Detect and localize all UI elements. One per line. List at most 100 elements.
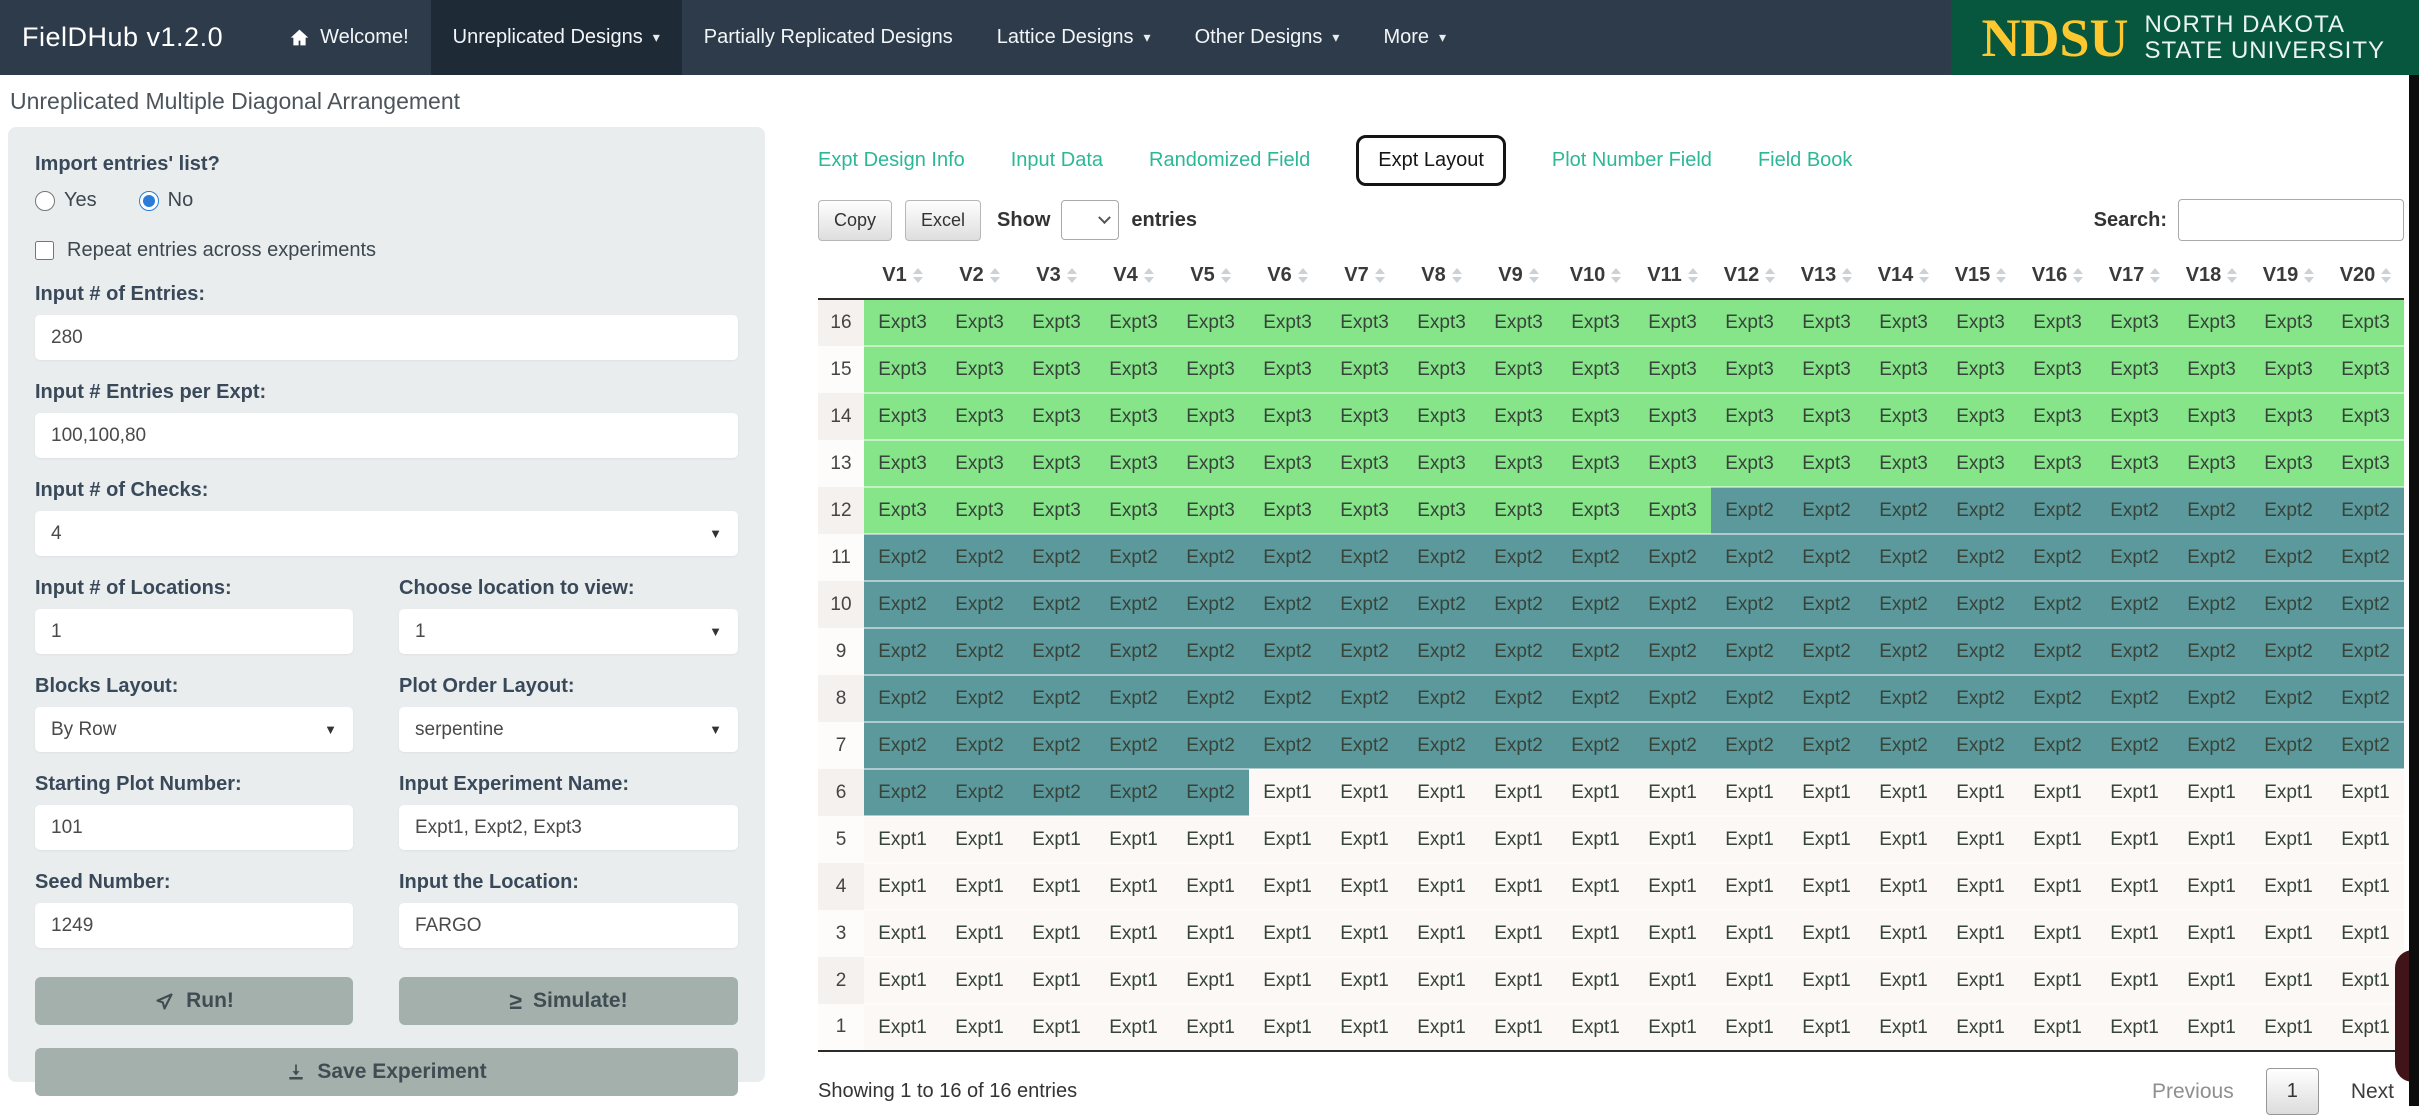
field-cell: Expt2: [1865, 675, 1942, 722]
checks-label: Input # of Checks:: [35, 479, 738, 502]
excel-button[interactable]: Excel: [905, 200, 981, 241]
column-header-v5[interactable]: V5: [1172, 259, 1249, 299]
field-cell: Expt2: [2096, 581, 2173, 628]
column-header-v3[interactable]: V3: [1018, 259, 1095, 299]
nav-item-welcome[interactable]: Welcome!: [267, 0, 431, 75]
experiment-name-input[interactable]: [399, 805, 738, 850]
field-cell: Expt2: [2327, 628, 2404, 675]
field-cell: Expt2: [1172, 722, 1249, 769]
page-1-button[interactable]: 1: [2266, 1068, 2319, 1115]
field-cell: Expt2: [864, 769, 941, 816]
save-experiment-button[interactable]: Save Experiment: [35, 1048, 738, 1096]
blocks-layout-select[interactable]: By Row ▼: [35, 707, 353, 752]
caret-down-icon: ▼: [709, 526, 722, 541]
field-cell: Expt1: [2019, 910, 2096, 957]
column-header-v12[interactable]: V12: [1711, 259, 1788, 299]
field-cell: Expt2: [864, 534, 941, 581]
sort-icon: [1529, 268, 1539, 283]
copy-button[interactable]: Copy: [818, 200, 892, 241]
column-header-v17[interactable]: V17: [2096, 259, 2173, 299]
column-header-v2[interactable]: V2: [941, 259, 1018, 299]
column-header-v1[interactable]: V1: [864, 259, 941, 299]
column-header-v14[interactable]: V14: [1865, 259, 1942, 299]
entries-per-expt-input[interactable]: [35, 413, 738, 458]
field-cell: Expt3: [2019, 440, 2096, 487]
run-button[interactable]: Run!: [35, 977, 353, 1025]
location-input-label: Input the Location:: [399, 871, 738, 894]
nav-item-partially-replicated-designs[interactable]: Partially Replicated Designs: [682, 0, 975, 75]
nav-item-other-designs[interactable]: Other Designs ▾: [1173, 0, 1362, 75]
field-cell: Expt3: [1711, 440, 1788, 487]
field-cell: Expt2: [2327, 487, 2404, 534]
field-cell: Expt2: [941, 534, 1018, 581]
field-cell: Expt1: [1942, 769, 2019, 816]
column-header-v8[interactable]: V8: [1403, 259, 1480, 299]
radio-yes-input[interactable]: [35, 191, 55, 211]
repeat-entries-checkbox-row[interactable]: Repeat entries across experiments: [35, 239, 738, 262]
tab-randomized-field[interactable]: Randomized Field: [1149, 149, 1310, 172]
field-cell: Expt2: [1480, 675, 1557, 722]
sort-icon: [990, 268, 1000, 283]
checks-select[interactable]: 4 ▼: [35, 511, 738, 556]
radio-no-input[interactable]: [139, 191, 159, 211]
field-cell: Expt2: [1942, 581, 2019, 628]
column-header-v11[interactable]: V11: [1634, 259, 1711, 299]
field-cell: Expt2: [2327, 675, 2404, 722]
simulate-button[interactable]: ≥ Simulate!: [399, 977, 738, 1025]
column-header-v20[interactable]: V20: [2327, 259, 2404, 299]
column-header-v4[interactable]: V4: [1095, 259, 1172, 299]
location-view-label: Choose location to view:: [399, 577, 738, 600]
location-input[interactable]: [399, 903, 738, 948]
next-page-button[interactable]: Next: [2351, 1080, 2394, 1104]
column-header-v19[interactable]: V19: [2250, 259, 2327, 299]
field-cell: Expt1: [2096, 1004, 2173, 1051]
seed-input[interactable]: [35, 903, 353, 948]
field-cell: Expt2: [1634, 675, 1711, 722]
locations-input[interactable]: [35, 609, 353, 654]
field-cell: Expt1: [1480, 769, 1557, 816]
column-header-v13[interactable]: V13: [1788, 259, 1865, 299]
field-cell: Expt2: [1018, 722, 1095, 769]
entries-input[interactable]: [35, 315, 738, 360]
field-cell: Expt2: [1326, 581, 1403, 628]
field-cell: Expt2: [1942, 675, 2019, 722]
previous-page-button[interactable]: Previous: [2152, 1080, 2234, 1104]
field-cell: Expt3: [2173, 346, 2250, 393]
column-header-v15[interactable]: V15: [1942, 259, 2019, 299]
field-cell: Expt2: [1249, 722, 1326, 769]
field-cell: Expt2: [1634, 581, 1711, 628]
column-header-v16[interactable]: V16: [2019, 259, 2096, 299]
location-view-select[interactable]: 1 ▼: [399, 609, 738, 654]
field-cell: Expt2: [864, 675, 941, 722]
column-header-v18[interactable]: V18: [2173, 259, 2250, 299]
column-header-v6[interactable]: V6: [1249, 259, 1326, 299]
entries-length-select[interactable]: [1061, 200, 1119, 240]
tab-field-book[interactable]: Field Book: [1758, 149, 1853, 172]
column-header-v7[interactable]: V7: [1326, 259, 1403, 299]
plot-order-select[interactable]: serpentine ▼: [399, 707, 738, 752]
field-cell: Expt2: [1480, 628, 1557, 675]
field-cell: Expt2: [1634, 722, 1711, 769]
field-cell: Expt1: [2250, 863, 2327, 910]
tab-expt-layout[interactable]: Expt Layout: [1356, 135, 1506, 186]
field-cell: Expt2: [1172, 769, 1249, 816]
field-cell: Expt2: [1865, 722, 1942, 769]
column-header-v10[interactable]: V10: [1557, 259, 1634, 299]
nav-item-unreplicated-designs[interactable]: Unreplicated Designs ▾: [431, 0, 682, 75]
radio-no[interactable]: No: [139, 189, 194, 212]
tab-input-data[interactable]: Input Data: [1011, 149, 1103, 172]
search-input[interactable]: [2178, 199, 2404, 241]
radio-yes[interactable]: Yes: [35, 189, 97, 212]
repeat-entries-checkbox[interactable]: [35, 241, 54, 260]
nav-item-lattice-designs[interactable]: Lattice Designs ▾: [975, 0, 1173, 75]
field-cell: Expt2: [1326, 675, 1403, 722]
column-header-v9[interactable]: V9: [1480, 259, 1557, 299]
starting-plot-input[interactable]: [35, 805, 353, 850]
tab-plot-number-field[interactable]: Plot Number Field: [1552, 149, 1712, 172]
nav-item-more[interactable]: More ▾: [1361, 0, 1468, 75]
field-cell: Expt1: [2019, 769, 2096, 816]
table-row: 13Expt3Expt3Expt3Expt3Expt3Expt3Expt3Exp…: [818, 440, 2404, 487]
layout-row: Blocks Layout: By Row ▼ Plot Order Layou…: [35, 675, 738, 752]
tab-expt-design-info[interactable]: Expt Design Info: [818, 149, 965, 172]
field-cell: Expt3: [1788, 440, 1865, 487]
